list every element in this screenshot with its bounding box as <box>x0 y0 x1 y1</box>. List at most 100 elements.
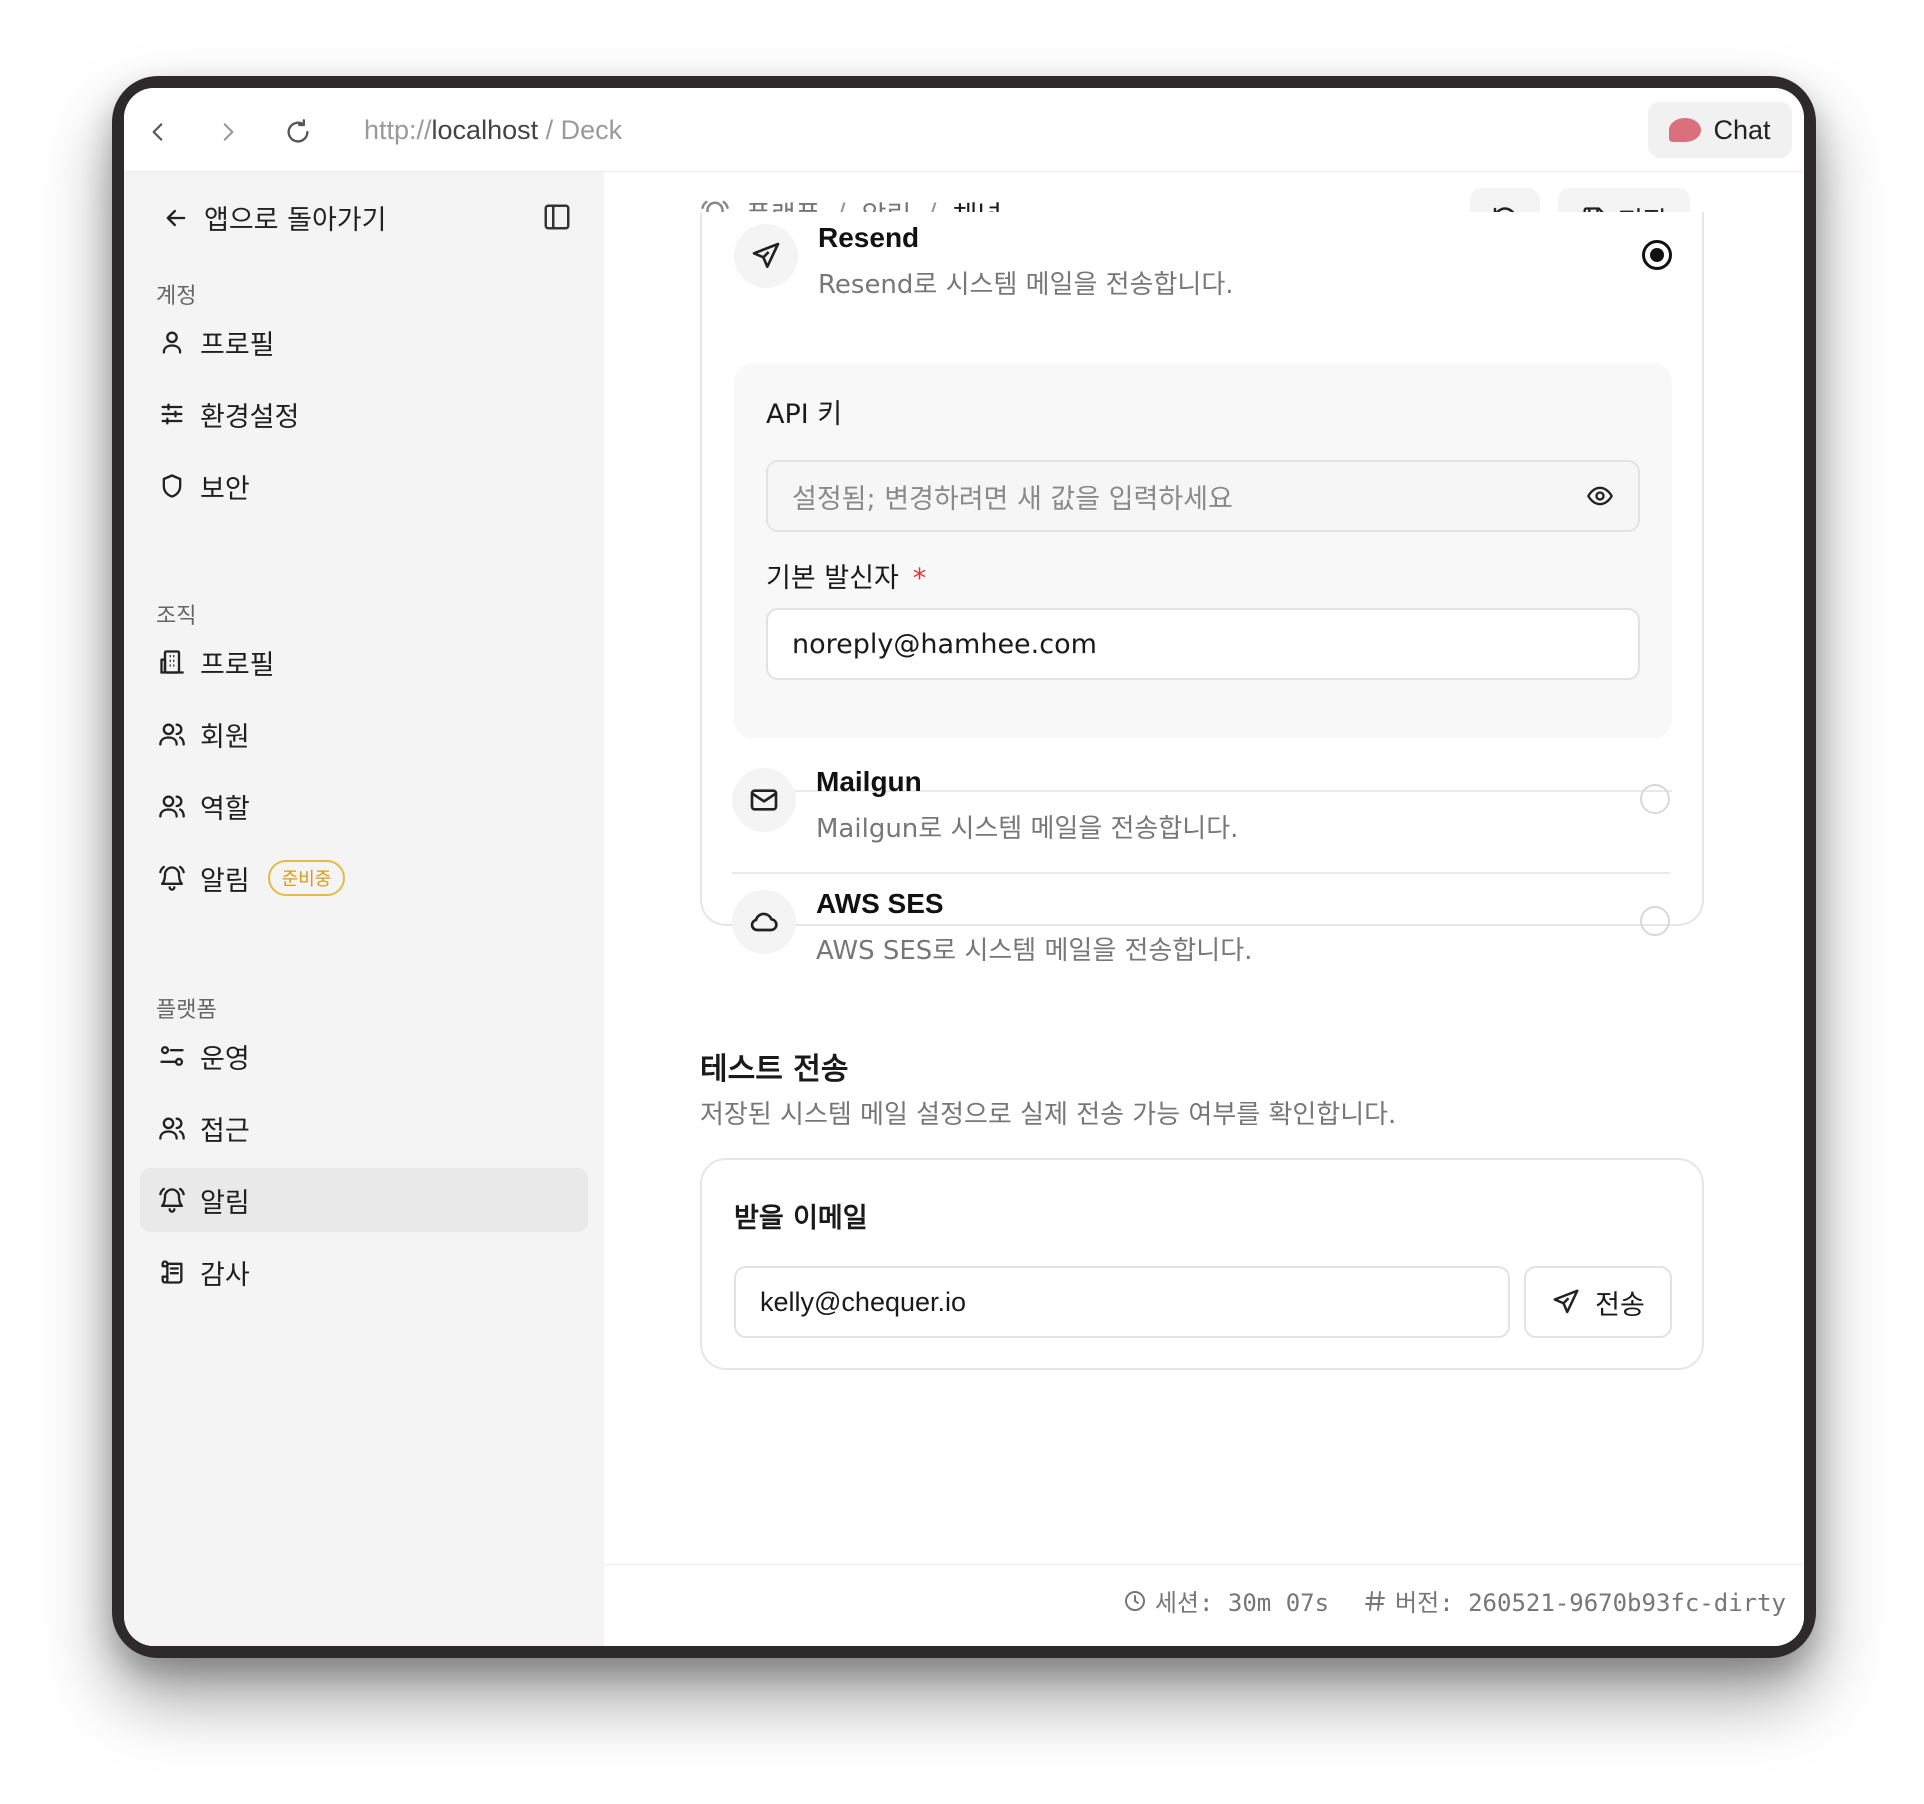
test-send-description: 저장된 시스템 메일 설정으로 실제 전송 가능 여부를 확인합니다. <box>700 1100 1397 1130</box>
test-send-card: 받을 이메일 kelly@chequer.io 전송 <box>700 1158 1704 1370</box>
sidebar-item-org-notifications[interactable]: 알림 준비중 <box>140 846 588 910</box>
chat-label: Chat <box>1713 114 1771 145</box>
bell-icon <box>159 865 185 891</box>
bell-icon <box>159 1187 185 1213</box>
cloud-icon <box>732 890 796 954</box>
sidebar-item-operations[interactable]: 운영 <box>140 1024 588 1088</box>
send-label: 전송 <box>1595 1289 1645 1321</box>
chevron-left-icon <box>152 123 163 141</box>
sidebar-item-preferences[interactable]: 환경설정 <box>140 382 588 446</box>
sidebar-item-account-profile[interactable]: 프로필 <box>140 310 588 374</box>
sidebar-item-members[interactable]: 회원 <box>140 702 588 766</box>
recipient-email-value: kelly@chequer.io <box>760 1286 967 1317</box>
url-host: localhost <box>431 115 539 145</box>
sidebar-item-label: 프로필 <box>200 649 275 681</box>
provider-description: Mailgun로 시스템 메일을 전송합니다. <box>816 814 1239 844</box>
eye-icon <box>1587 486 1613 506</box>
api-key-placeholder: 설정됨; 변경하려면 새 값을 입력하세요 <box>792 483 1233 515</box>
sidebar-item-label: 알림 <box>200 865 250 897</box>
chevron-right-icon <box>223 123 234 141</box>
url-scheme: http:// <box>364 115 432 145</box>
sender-label: 기본 발신자 * <box>766 556 926 595</box>
provider-name: AWS SES <box>816 888 944 919</box>
forward-nav-button[interactable] <box>208 112 248 152</box>
sidebar-item-roles[interactable]: 역할 <box>140 774 588 838</box>
section-title-account: 계정 <box>156 284 197 309</box>
coming-soon-badge: 준비중 <box>267 860 346 896</box>
section-title-platform: 플랫폼 <box>156 998 217 1023</box>
api-key-label: API 키 <box>766 399 843 430</box>
provider-option-aws-ses[interactable]: AWS SES AWS SES로 시스템 메일을 전송합니다. <box>732 878 1670 998</box>
resend-config-panel: API 키 설정됨; 변경하려면 새 값을 입력하세요 기본 발신자 * nore… <box>734 364 1672 738</box>
sidebar-item-label: 감사 <box>200 1259 250 1291</box>
address-bar[interactable]: http://localhost / Deck <box>364 115 622 146</box>
hash-icon <box>1365 1590 1386 1611</box>
chat-bubble-icon <box>1669 118 1702 142</box>
sender-label-text: 기본 발신자 <box>766 563 899 594</box>
browser-toolbar: http://localhost / Deck Chat <box>124 88 1804 172</box>
sidebar-item-label: 알림 <box>200 1187 250 1219</box>
browser-window: http://localhost / Deck Chat 앱으로 돌아가기 계정… <box>124 88 1804 1646</box>
reload-icon <box>287 119 309 143</box>
shield-icon <box>162 474 182 498</box>
users-icon <box>159 1117 185 1140</box>
divider <box>732 872 1670 874</box>
provider-description: AWS SES로 시스템 메일을 전송합니다. <box>816 936 1253 966</box>
arrow-left-icon <box>166 209 186 226</box>
mail-icon <box>732 768 796 832</box>
test-send-title: 테스트 전송 <box>700 1052 849 1087</box>
users-icon <box>159 795 185 818</box>
chat-button[interactable]: Chat <box>1648 102 1792 158</box>
sliders-icon <box>161 403 183 425</box>
session-text: 세션: 30m 07s <box>1154 1589 1330 1617</box>
provider-radio-selected[interactable] <box>1642 240 1672 270</box>
sidebar-item-label: 환경설정 <box>200 401 300 433</box>
recipient-email-input[interactable]: kelly@chequer.io <box>734 1266 1510 1338</box>
show-secret-button[interactable] <box>1584 482 1616 517</box>
provider-name: Resend <box>818 222 920 253</box>
default-sender-input[interactable]: noreply@hamhee.com <box>766 608 1640 680</box>
api-key-input[interactable]: 설정됨; 변경하려면 새 값을 입력하세요 <box>766 460 1640 532</box>
url-separator: / <box>538 115 561 145</box>
provider-name: Mailgun <box>816 766 922 797</box>
sidebar-item-audit[interactable]: 감사 <box>140 1240 588 1304</box>
section-title-organization: 조직 <box>156 604 197 629</box>
sidebar-item-label: 프로필 <box>200 329 275 361</box>
footer-info: 세션: 30m 07s 버전: 260521-9670b93fc-dirty <box>1123 1583 1786 1618</box>
back-nav-button[interactable] <box>138 112 178 152</box>
sidebar-item-access[interactable]: 접근 <box>140 1096 588 1160</box>
sidebar-item-org-profile[interactable]: 프로필 <box>140 630 588 694</box>
scroll-icon <box>161 1260 183 1284</box>
reload-button[interactable] <box>278 112 318 152</box>
back-label: 앱으로 돌아가기 <box>204 205 387 236</box>
sidebar-item-platform-notifications[interactable]: 알림 <box>140 1168 588 1232</box>
provider-option-mailgun[interactable]: Mailgun Mailgun로 시스템 메일을 전송합니다. <box>732 756 1670 876</box>
users-icon <box>159 723 185 746</box>
sidebar-item-label: 운영 <box>200 1043 250 1075</box>
back-to-app-link[interactable]: 앱으로 돌아가기 <box>162 198 386 237</box>
sidebar-toggle-button[interactable] <box>542 202 572 236</box>
sidebar-item-label: 회원 <box>200 721 250 753</box>
main-content: 플랫폼 / 알림 / 채널 저장 Resend Resend로 시스템 메일을 … <box>604 172 1804 1646</box>
sidebar-panel-icon <box>544 204 570 230</box>
recipient-label: 받을 이메일 <box>734 1203 868 1234</box>
send-icon <box>734 224 798 288</box>
sidebar-item-label: 보안 <box>200 473 250 505</box>
version-info: 버전: 260521-9670b93fc-dirty <box>1363 1583 1786 1618</box>
sidebar-item-label: 역할 <box>200 793 250 825</box>
provider-radio[interactable] <box>1640 784 1670 814</box>
send-icon <box>1553 1289 1579 1314</box>
sidebar-item-label: 접근 <box>200 1115 250 1147</box>
sidebar-item-security[interactable]: 보안 <box>140 454 588 518</box>
user-icon <box>162 331 182 354</box>
status-footer: 세션: 30m 07s 버전: 260521-9670b93fc-dirty <box>604 1564 1804 1646</box>
building-icon <box>160 650 184 674</box>
default-sender-value: noreply@hamhee.com <box>792 628 1097 660</box>
provider-option-resend[interactable]: Resend Resend로 시스템 메일을 전송합니다. <box>734 212 1672 332</box>
provider-description: Resend로 시스템 메일을 전송합니다. <box>818 270 1234 300</box>
provider-radio[interactable] <box>1640 906 1670 936</box>
required-mark: * <box>912 563 927 594</box>
send-test-button[interactable]: 전송 <box>1524 1266 1672 1338</box>
toggles-icon <box>160 1046 184 1066</box>
version-text: 버전: 260521-9670b93fc-dirty <box>1395 1589 1786 1617</box>
